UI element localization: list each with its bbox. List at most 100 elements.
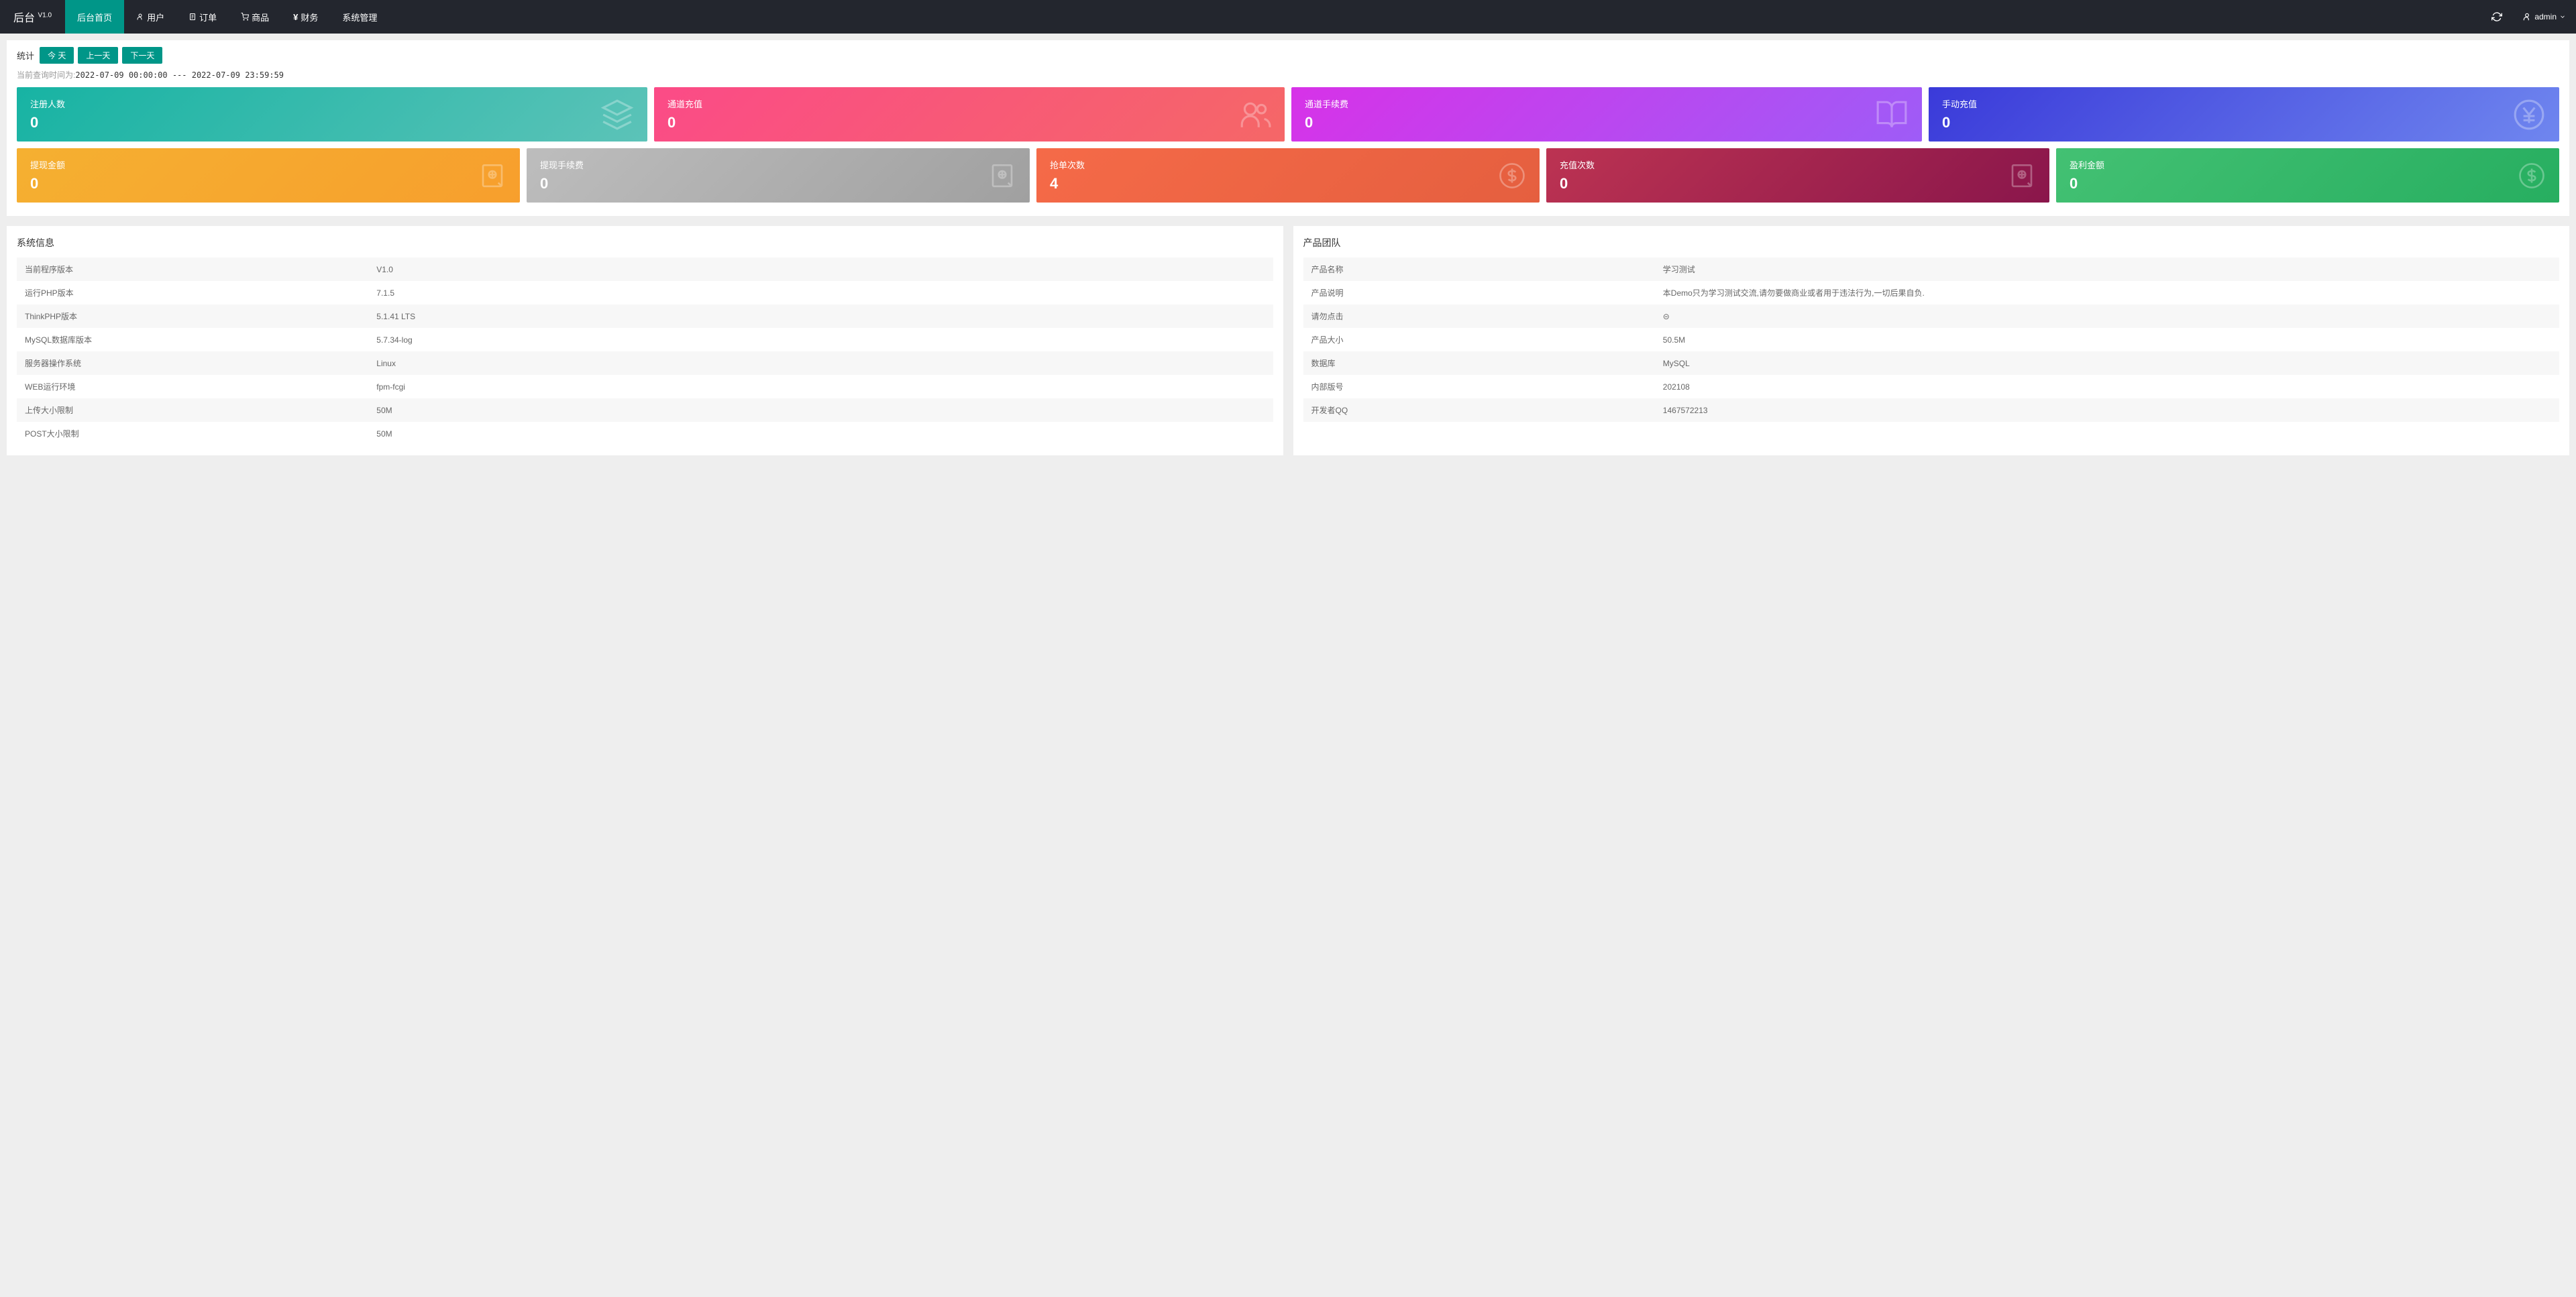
tile-title: 提现手续费 bbox=[540, 158, 1016, 171]
table-row: 产品名称学习测试 bbox=[1303, 258, 2560, 281]
row-value: 5.1.41 LTS bbox=[368, 304, 1273, 328]
row-value: V1.0 bbox=[368, 258, 1273, 281]
note-icon bbox=[988, 162, 1016, 190]
book-icon bbox=[1875, 98, 1909, 131]
row-value: 学习测试 bbox=[1655, 258, 2559, 281]
refresh-button[interactable] bbox=[2481, 0, 2512, 34]
table-row: 运行PHP版本7.1.5 bbox=[17, 281, 1273, 304]
nav-item[interactable]: 商品 bbox=[229, 0, 281, 34]
tile-value: 0 bbox=[1560, 175, 2036, 192]
row-value: ⊝ bbox=[1655, 304, 2559, 328]
stat-tile[interactable]: 抢单次数 4 bbox=[1036, 148, 1540, 203]
user-menu[interactable]: admin bbox=[2512, 12, 2576, 21]
stat-tile[interactable]: 提现手续费 0 bbox=[527, 148, 1030, 203]
stat-tile[interactable]: 通道充值 0 bbox=[654, 87, 1285, 142]
topbar: 后台 V1.0 后台首页 用户 订单 商品 ¥财务系统管理 admin bbox=[0, 0, 2576, 34]
logo-version: V1.0 bbox=[38, 12, 52, 19]
row-value: 1467572213 bbox=[1655, 398, 2559, 422]
tile-value: 0 bbox=[667, 114, 1271, 131]
row-key: 开发者QQ bbox=[1303, 398, 1655, 422]
stat-tile[interactable]: 充值次数 0 bbox=[1546, 148, 2049, 203]
stat-tile[interactable]: 提现金额 0 bbox=[17, 148, 520, 203]
system-info-panel: 系统信息 当前程序版本V1.0运行PHP版本7.1.5ThinkPHP版本5.1… bbox=[7, 226, 1283, 455]
row-key: 运行PHP版本 bbox=[17, 281, 368, 304]
user-icon bbox=[2522, 12, 2532, 21]
time-value: 2022-07-09 00:00:00 --- 2022-07-09 23:59… bbox=[75, 70, 284, 80]
main-content: 统计 今 天上一天下一天 当前查询时间为:2022-07-09 00:00:00… bbox=[0, 34, 2576, 462]
nav-item[interactable]: ¥财务 bbox=[281, 0, 330, 34]
row-key: 上传大小限制 bbox=[17, 398, 368, 422]
tile-title: 通道手续费 bbox=[1305, 97, 1909, 110]
tile-value: 0 bbox=[1942, 114, 2546, 131]
users-icon bbox=[1238, 98, 1271, 131]
note-icon bbox=[2008, 162, 2036, 190]
table-row: 产品大小50.5M bbox=[1303, 328, 2560, 351]
yen-icon: ¥ bbox=[293, 12, 298, 22]
tile-title: 手动充值 bbox=[1942, 97, 2546, 110]
row-key: WEB运行环境 bbox=[17, 375, 368, 398]
nav-item[interactable]: 订单 bbox=[176, 0, 229, 34]
row-key: 产品名称 bbox=[1303, 258, 1655, 281]
tile-title: 注册人数 bbox=[30, 97, 634, 110]
row-key: 产品大小 bbox=[1303, 328, 1655, 351]
note-icon bbox=[478, 162, 506, 190]
nav-label: 后台首页 bbox=[77, 11, 112, 23]
time-filter-button[interactable]: 今 天 bbox=[40, 47, 74, 64]
row-key: 数据库 bbox=[1303, 351, 1655, 375]
product-team-table: 产品名称学习测试产品说明本Demo只为学习测试交流,请勿要做商业或者用于违法行为… bbox=[1303, 258, 2560, 422]
info-panels: 系统信息 当前程序版本V1.0运行PHP版本7.1.5ThinkPHP版本5.1… bbox=[7, 226, 2569, 455]
stat-tile[interactable]: 盈利金额 0 bbox=[2056, 148, 2559, 203]
stat-tile[interactable]: 注册人数 0 bbox=[17, 87, 647, 142]
tile-title: 提现金额 bbox=[30, 158, 506, 171]
header-right: admin bbox=[2481, 0, 2576, 34]
tile-value: 0 bbox=[30, 114, 634, 131]
table-row: 数据库MySQL bbox=[1303, 351, 2560, 375]
stat-tiles-row-1: 注册人数 0 通道充值 0 通道手续费 0 手动充值 0 bbox=[17, 87, 2559, 142]
nav-label: 用户 bbox=[147, 11, 164, 23]
row-value: fpm-fcgi bbox=[368, 375, 1273, 398]
row-value: Linux bbox=[368, 351, 1273, 375]
layers-icon bbox=[600, 98, 634, 131]
nav-item[interactable]: 后台首页 bbox=[65, 0, 124, 34]
tile-value: 0 bbox=[30, 175, 506, 192]
row-value: 50.5M bbox=[1655, 328, 2559, 351]
table-row: MySQL数据库版本5.7.34-log bbox=[17, 328, 1273, 351]
nav-item[interactable]: 系统管理 bbox=[330, 0, 389, 34]
row-value: 5.7.34-log bbox=[368, 328, 1273, 351]
nav-item[interactable]: 用户 bbox=[124, 0, 176, 34]
user-name: admin bbox=[2534, 12, 2557, 21]
table-row: 请勿点击⊝ bbox=[1303, 304, 2560, 328]
stats-header: 统计 今 天上一天下一天 bbox=[17, 47, 2559, 64]
time-label: 当前查询时间为: bbox=[17, 70, 75, 80]
logo-text: 后台 bbox=[13, 13, 35, 24]
stat-tile[interactable]: 通道手续费 0 bbox=[1291, 87, 1922, 142]
time-filter-button[interactable]: 下一天 bbox=[122, 47, 162, 64]
table-row: WEB运行环境fpm-fcgi bbox=[17, 375, 1273, 398]
row-value: 202108 bbox=[1655, 375, 2559, 398]
row-key: 请勿点击 bbox=[1303, 304, 1655, 328]
chevron-down-icon bbox=[2559, 13, 2566, 20]
nav-label: 系统管理 bbox=[342, 11, 377, 23]
row-value: 7.1.5 bbox=[368, 281, 1273, 304]
product-team-panel: 产品团队 产品名称学习测试产品说明本Demo只为学习测试交流,请勿要做商业或者用… bbox=[1293, 226, 2570, 455]
table-row: POST大小限制50M bbox=[17, 422, 1273, 445]
row-key: 服务器操作系统 bbox=[17, 351, 368, 375]
stat-tile[interactable]: 手动充值 0 bbox=[1929, 87, 2559, 142]
stats-card: 统计 今 天上一天下一天 当前查询时间为:2022-07-09 00:00:00… bbox=[7, 40, 2569, 216]
tile-title: 充值次数 bbox=[1560, 158, 2036, 171]
panel-title: 系统信息 bbox=[17, 236, 1273, 249]
tile-value: 0 bbox=[2070, 175, 2546, 192]
row-value: 50M bbox=[368, 422, 1273, 445]
stats-label: 统计 bbox=[17, 49, 34, 62]
tile-value: 0 bbox=[1305, 114, 1909, 131]
stat-tiles-row-2: 提现金额 0 提现手续费 0 抢单次数 4 充值次数 0 盈利金额 0 bbox=[17, 148, 2559, 203]
table-row: ThinkPHP版本5.1.41 LTS bbox=[17, 304, 1273, 328]
time-filter-button[interactable]: 上一天 bbox=[78, 47, 118, 64]
table-row: 服务器操作系统Linux bbox=[17, 351, 1273, 375]
nav-label: 商品 bbox=[252, 11, 269, 23]
row-value: 50M bbox=[368, 398, 1273, 422]
nav-label: 订单 bbox=[199, 11, 217, 23]
table-row: 当前程序版本V1.0 bbox=[17, 258, 1273, 281]
dollar-icon bbox=[2518, 162, 2546, 190]
system-info-table: 当前程序版本V1.0运行PHP版本7.1.5ThinkPHP版本5.1.41 L… bbox=[17, 258, 1273, 445]
